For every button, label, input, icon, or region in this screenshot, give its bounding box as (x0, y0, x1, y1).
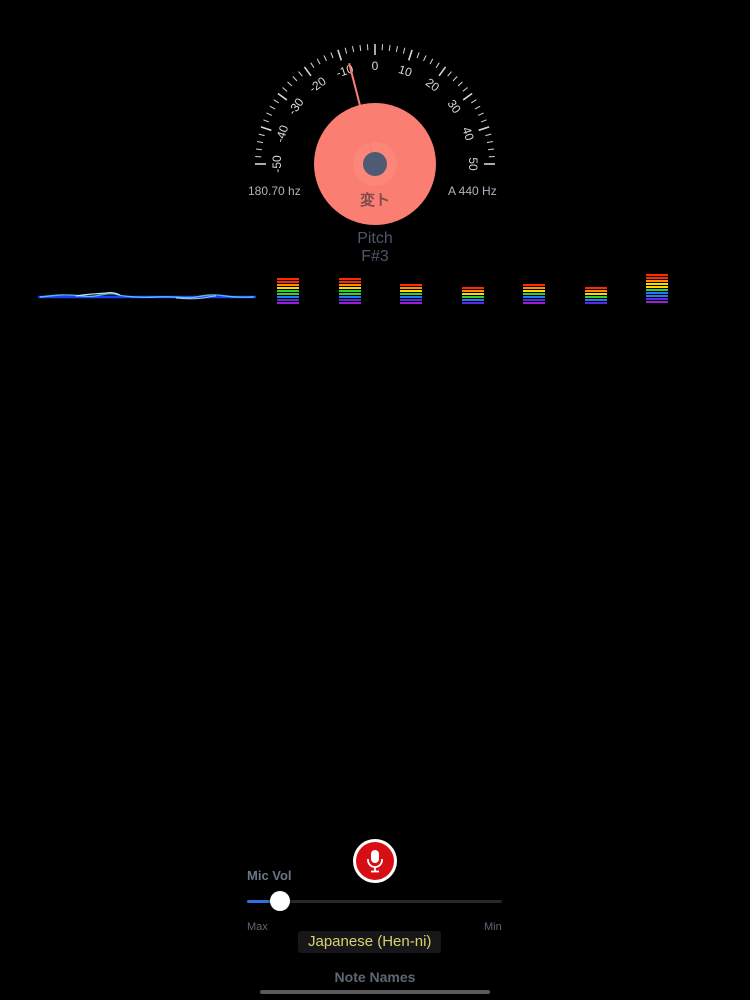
slider-max-label: Max (247, 921, 268, 933)
gauge-tick (423, 55, 427, 62)
spectrum-bar (523, 284, 545, 305)
gauge-tick (344, 47, 348, 54)
gauge-tick (263, 119, 270, 123)
slider-min-label: Min (484, 921, 502, 933)
gauge-tick (273, 99, 280, 104)
gauge-tick-label: -20 (306, 74, 329, 96)
pitch-value: F#3 (361, 248, 389, 265)
note-names-button[interactable]: Note Names (300, 969, 450, 985)
gauge-tick (438, 66, 447, 77)
gauge-tick (260, 126, 272, 132)
gauge-tick-label: 0 (372, 59, 379, 73)
gauge-tick-label: -30 (285, 95, 307, 118)
spectrum-bar (277, 278, 299, 305)
gauge-tick (429, 58, 434, 65)
gauge-tick (310, 62, 315, 69)
frequency-readout: 180.70 hz (248, 184, 301, 198)
microphone-button[interactable] (353, 839, 397, 883)
gauge-tick (485, 133, 492, 137)
gauge-tick (452, 76, 458, 82)
spectrum-bar (338, 278, 361, 305)
gauge-tick-label: -40 (273, 123, 292, 144)
gauge-tick (323, 55, 327, 62)
gauge-tick (277, 92, 288, 101)
gauge-tick (269, 105, 276, 110)
gauge-tick (352, 46, 355, 53)
gauge-tick (359, 44, 362, 51)
gauge-tick (447, 71, 452, 77)
gauge-tick (330, 52, 334, 59)
gauge-tick (416, 52, 420, 59)
gauge-tick (435, 62, 440, 69)
gauge-tick (395, 46, 398, 53)
spectrum-bar (400, 284, 422, 305)
reference-pitch-readout[interactable]: A 440 Hz (448, 184, 497, 198)
needle-hub (363, 152, 387, 176)
note-language-selector[interactable]: Japanese (Hen-ni) (298, 931, 442, 953)
gauge-tick (470, 99, 477, 104)
gauge-tick-label: 40 (459, 125, 477, 142)
gauge-tick (486, 141, 493, 144)
home-indicator[interactable] (260, 990, 490, 994)
waveform-display (38, 292, 256, 300)
gauge-tick-label: 10 (397, 62, 414, 80)
gauge-tick (407, 49, 413, 61)
gauge-tick (255, 148, 262, 151)
gauge-tick (457, 81, 463, 87)
gauge-tick (287, 81, 293, 87)
mic-volume-label: Mic Vol (247, 868, 292, 883)
gauge-tick (478, 126, 490, 132)
gauge-tick-label: -50 (270, 155, 284, 173)
spectrum-bar (584, 287, 607, 305)
pitch-title: Pitch (357, 230, 393, 247)
gauge-tick (474, 105, 481, 110)
gauge-tick (488, 148, 495, 151)
gauge-tick (316, 58, 321, 65)
gauge-tick (282, 87, 288, 92)
gauge-tick-label: 50 (466, 157, 480, 171)
microphone-button-inner (356, 842, 394, 880)
gauge-tick (337, 49, 343, 61)
gauge-tick (257, 141, 264, 144)
gauge-tick (462, 87, 468, 92)
spectrum-bar (461, 287, 484, 305)
microphone-icon (367, 850, 383, 873)
gauge-tick (388, 44, 391, 51)
gauge-tick (298, 71, 303, 77)
gauge-tick (402, 47, 406, 54)
gauge-tick-label: 20 (423, 75, 442, 94)
gauge-tick (480, 119, 487, 123)
mic-volume-slider-thumb[interactable] (270, 891, 291, 911)
gauge-tick (477, 112, 484, 116)
gauge-tick (292, 76, 298, 82)
gauge-tick (258, 133, 265, 137)
gauge-tick (266, 112, 273, 116)
gauge-tick (303, 66, 312, 77)
spectrum-bar (646, 274, 668, 305)
gauge-tick-label: 30 (445, 97, 464, 116)
detected-note-name: 変ト (359, 192, 390, 209)
gauge-tick (462, 92, 473, 101)
